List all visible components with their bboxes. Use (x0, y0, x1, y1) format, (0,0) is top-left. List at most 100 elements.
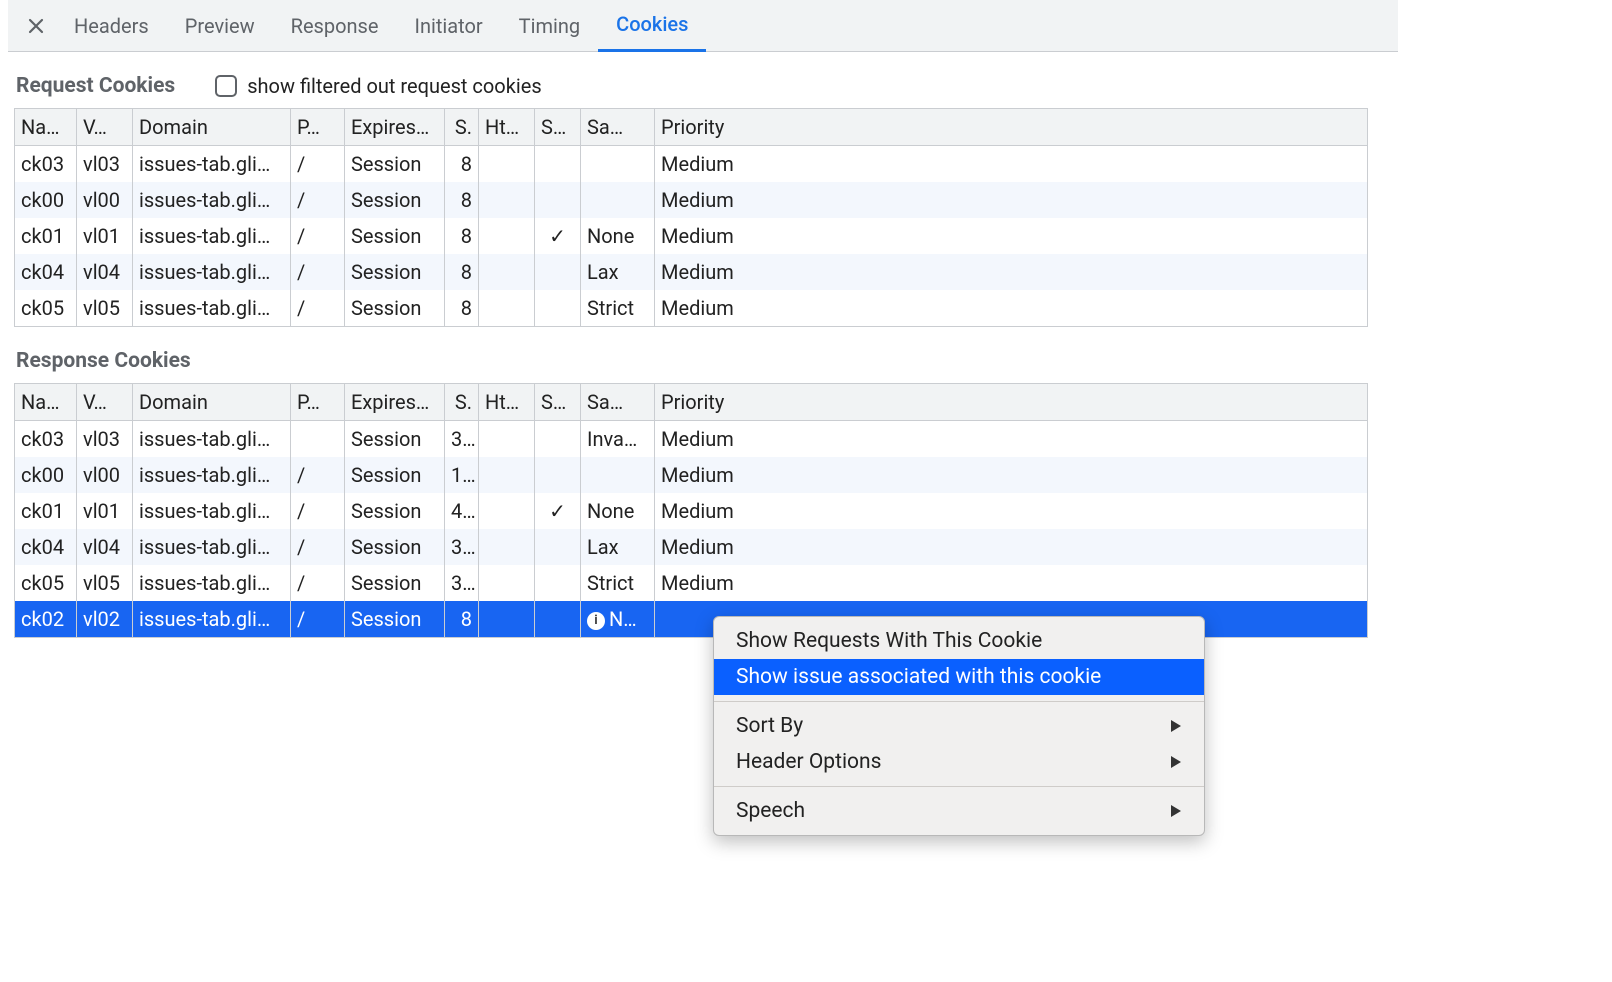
table-row[interactable]: ck05vl05issues-tab.gli…/Session3..Strict… (15, 565, 1368, 601)
cell-sc (535, 421, 581, 458)
tab-response[interactable]: Response (273, 0, 397, 52)
cell-p: / (291, 601, 345, 638)
table-row[interactable]: ck04vl04issues-tab.gli…/Session3..LaxMed… (15, 529, 1368, 565)
table-row[interactable]: ck05vl05issues-tab.gli…/Session8StrictMe… (15, 290, 1368, 327)
cell-e: Session (345, 218, 445, 254)
col-header[interactable]: Expires… (345, 109, 445, 146)
cell-p: / (291, 565, 345, 601)
cell-sc (535, 290, 581, 327)
col-header[interactable]: P… (291, 109, 345, 146)
cell-n: ck04 (15, 254, 77, 290)
menu-item[interactable]: Speech (714, 793, 1204, 829)
col-header[interactable]: Ht… (479, 384, 535, 421)
cell-d: issues-tab.gli… (133, 146, 291, 183)
cell-s: 8 (445, 146, 479, 183)
cell-pr: Medium (655, 254, 1368, 290)
menu-item[interactable]: Header Options (714, 744, 1204, 780)
cell-ss: Lax (581, 529, 655, 565)
cell-sc (535, 254, 581, 290)
col-header[interactable]: S… (535, 109, 581, 146)
cell-sc (535, 182, 581, 218)
table-row[interactable]: ck00vl00issues-tab.gli…/Session1..Medium (15, 457, 1368, 493)
col-header[interactable]: Sa… (581, 109, 655, 146)
cell-v: vl05 (77, 290, 133, 327)
response-cookies-section: Response Cookies Na…V…DomainP…Expires…S.… (8, 327, 1398, 638)
chevron-right-icon (1170, 804, 1182, 818)
cell-s: 3.. (445, 529, 479, 565)
col-header[interactable]: Na… (15, 109, 77, 146)
menu-item-label: Show issue associated with this cookie (736, 665, 1101, 689)
table-row[interactable]: ck00vl00issues-tab.gli…/Session8Medium (15, 182, 1368, 218)
cell-d: issues-tab.gli… (133, 218, 291, 254)
col-header[interactable]: Sa… (581, 384, 655, 421)
tab-preview[interactable]: Preview (167, 0, 273, 52)
col-header[interactable]: Priority (655, 384, 1368, 421)
cell-h (479, 218, 535, 254)
cell-p: / (291, 182, 345, 218)
col-header[interactable]: Domain (133, 109, 291, 146)
chevron-right-icon (1170, 719, 1182, 733)
cell-p: / (291, 290, 345, 327)
table-row[interactable]: ck03vl03issues-tab.gli…Session3..Inva…Me… (15, 421, 1368, 458)
col-header[interactable]: Na… (15, 384, 77, 421)
info-icon: i (587, 612, 605, 630)
cell-n: ck03 (15, 146, 77, 183)
cell-p: / (291, 457, 345, 493)
cell-h (479, 290, 535, 327)
cell-pr: Medium (655, 290, 1368, 327)
menu-item-label: Header Options (736, 750, 881, 774)
cell-v: vl04 (77, 254, 133, 290)
cell-p: / (291, 529, 345, 565)
table-row[interactable]: ck01vl01issues-tab.gli…/Session4..✓NoneM… (15, 493, 1368, 529)
tab-initiator[interactable]: Initiator (397, 0, 501, 52)
cell-n: ck00 (15, 182, 77, 218)
menu-item-label: Sort By (736, 714, 803, 738)
cell-ss: Strict (581, 565, 655, 601)
tab-cookies[interactable]: Cookies (598, 0, 706, 52)
col-header[interactable]: S. (445, 109, 479, 146)
col-header[interactable]: S… (535, 384, 581, 421)
cell-s: 8 (445, 601, 479, 638)
tab-timing[interactable]: Timing (501, 0, 598, 52)
cell-h (479, 421, 535, 458)
tab-headers[interactable]: Headers (56, 0, 167, 52)
cell-s: 4.. (445, 493, 479, 529)
cell-ss: Inva… (581, 421, 655, 458)
cell-n: ck01 (15, 493, 77, 529)
menu-item[interactable]: Show issue associated with this cookie (714, 659, 1204, 695)
cell-pr: Medium (655, 565, 1368, 601)
cell-ss (581, 182, 655, 218)
cell-d: issues-tab.gli… (133, 601, 291, 638)
col-header[interactable]: Priority (655, 109, 1368, 146)
cell-h (479, 457, 535, 493)
cell-pr: Medium (655, 493, 1368, 529)
col-header[interactable]: S. (445, 384, 479, 421)
col-header[interactable]: Ht… (479, 109, 535, 146)
cell-d: issues-tab.gli… (133, 565, 291, 601)
col-header[interactable]: Expires… (345, 384, 445, 421)
cell-n: ck04 (15, 529, 77, 565)
cell-p (291, 421, 345, 458)
col-header[interactable]: V… (77, 384, 133, 421)
col-header[interactable]: P… (291, 384, 345, 421)
menu-item-label: Speech (736, 799, 805, 823)
cell-h (479, 565, 535, 601)
cell-sc (535, 601, 581, 638)
close-icon[interactable] (16, 18, 56, 34)
show-filtered-checkbox[interactable] (215, 75, 237, 97)
cell-ss (581, 457, 655, 493)
menu-item[interactable]: Show Requests With This Cookie (714, 623, 1204, 659)
table-row[interactable]: ck04vl04issues-tab.gli…/Session8LaxMediu… (15, 254, 1368, 290)
cell-e: Session (345, 601, 445, 638)
cell-s: 1.. (445, 457, 479, 493)
cell-ss: None (581, 218, 655, 254)
response-cookies-title: Response Cookies (8, 349, 191, 373)
table-row[interactable]: ck03vl03issues-tab.gli…/Session8Medium (15, 146, 1368, 183)
col-header[interactable]: V… (77, 109, 133, 146)
col-header[interactable]: Domain (133, 384, 291, 421)
table-row[interactable]: ck01vl01issues-tab.gli…/Session8✓NoneMed… (15, 218, 1368, 254)
menu-item[interactable]: Sort By (714, 708, 1204, 744)
cell-n: ck00 (15, 457, 77, 493)
cell-e: Session (345, 290, 445, 327)
cell-d: issues-tab.gli… (133, 529, 291, 565)
